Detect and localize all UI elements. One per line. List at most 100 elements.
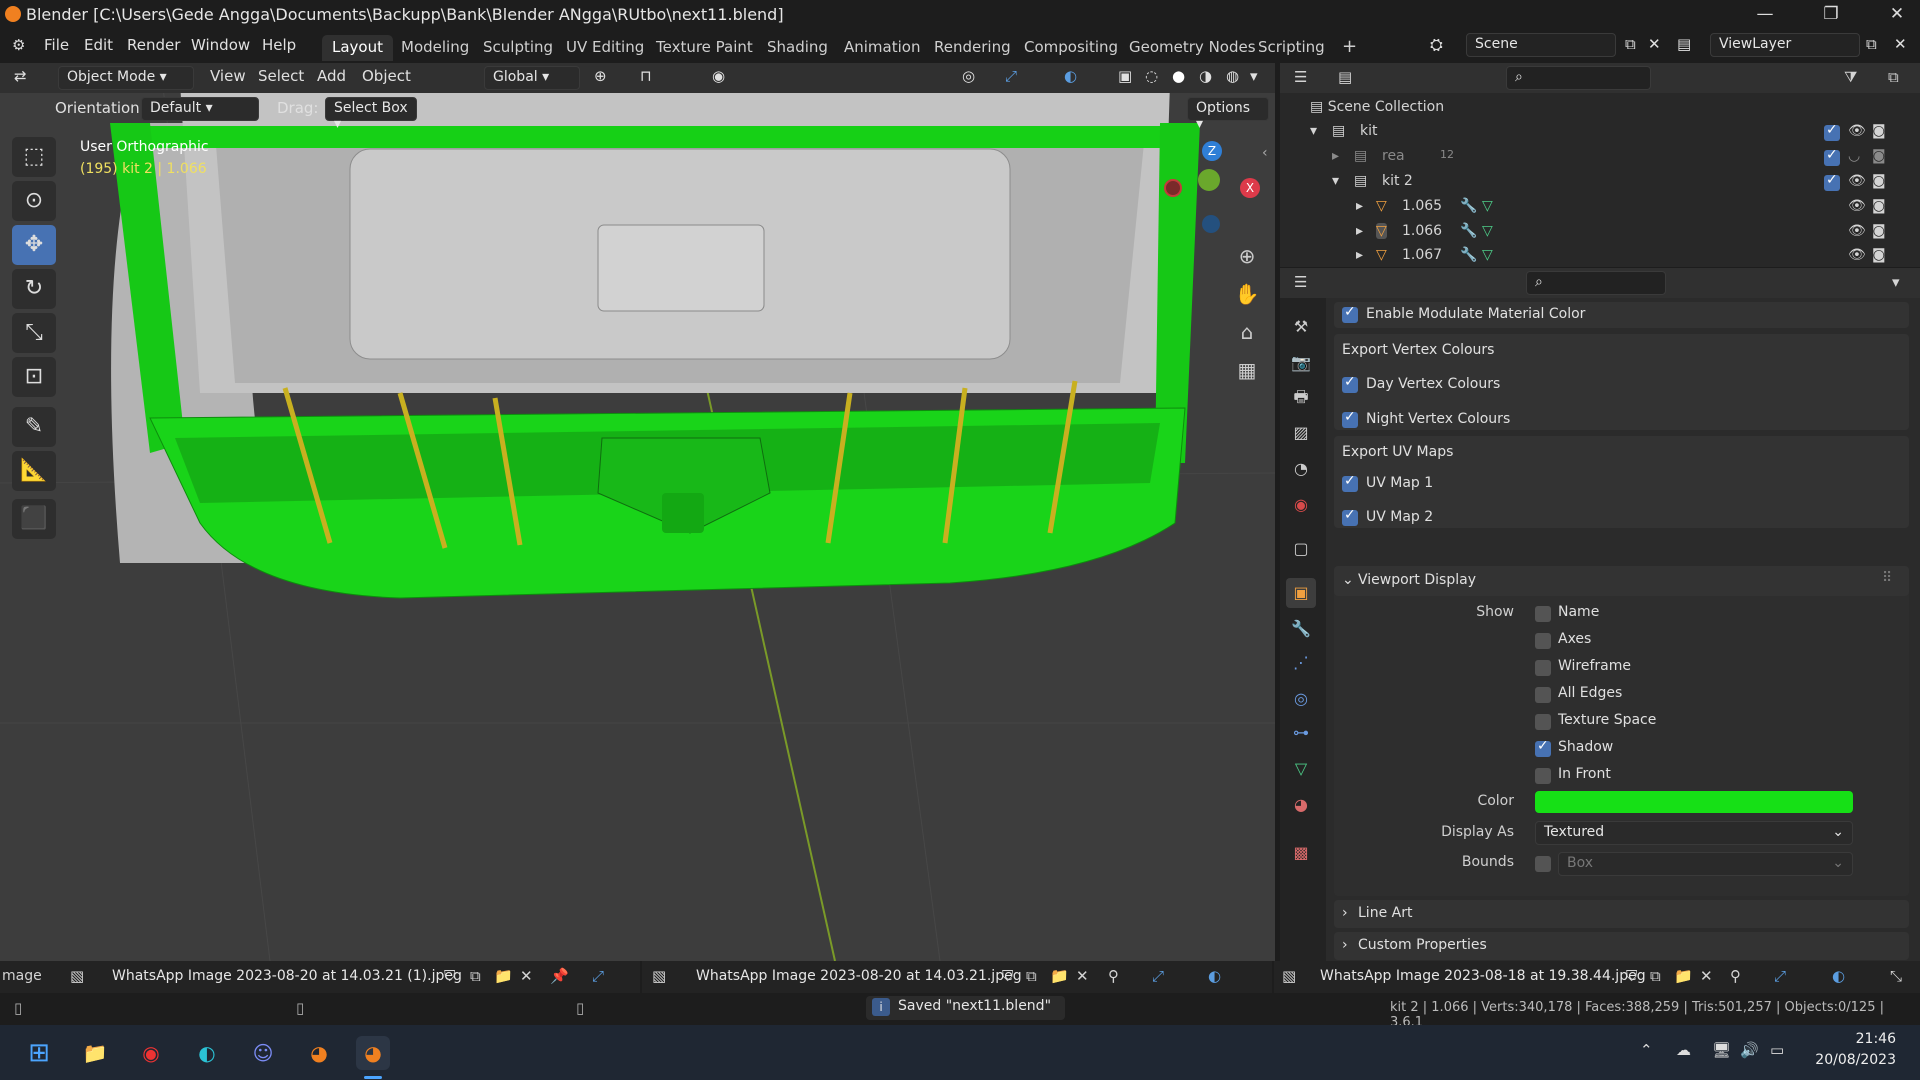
discord-icon[interactable]: ☺ [246, 1036, 280, 1070]
texture-tab-icon[interactable]: ▩ [1286, 838, 1316, 868]
modifier-wrench-icon[interactable]: 🔧 [1460, 247, 1477, 263]
snap-icon[interactable]: ⊓ [640, 67, 652, 85]
grid-icon[interactable]: ▦ [1232, 355, 1262, 385]
windows-start-icon[interactable]: ⊞ [22, 1036, 56, 1070]
xray-icon[interactable]: ▣ [1118, 67, 1132, 85]
physics-tab-icon[interactable]: ◎ [1286, 684, 1316, 714]
data-tab-icon[interactable]: ▽ [1286, 754, 1316, 784]
viewport-display-header[interactable]: ⌄ Viewport Display ⠿ [1334, 566, 1909, 596]
menu-render[interactable]: Render [127, 36, 180, 54]
tab-geometry-nodes[interactable]: Geometry Nodes [1119, 35, 1266, 61]
visibility-icon[interactable]: ◎ [962, 67, 975, 85]
modulate-checkbox[interactable] [1342, 304, 1358, 323]
render-camera-icon[interactable]: ◙ [1872, 173, 1886, 189]
pan-hand-icon[interactable]: ✋ [1232, 279, 1262, 309]
scene-collection-row[interactable]: ▤ Scene Collection [1310, 99, 1444, 115]
menu-edit[interactable]: Edit [84, 36, 113, 54]
view-layer-tab-icon[interactable]: ▨ [1286, 418, 1316, 448]
cursor-tool[interactable]: ⊙ [12, 181, 56, 221]
tool-tab-icon[interactable]: ⚒ [1286, 312, 1316, 342]
properties-options-icon[interactable]: ▾ [1892, 273, 1900, 291]
scene-tab-icon[interactable]: ◔ [1286, 454, 1316, 484]
show-axes-checkbox[interactable] [1535, 633, 1551, 649]
scene-browse-icon[interactable]: ⛭ [1430, 35, 1443, 55]
drag-handle-icon[interactable]: ⠿ [1882, 570, 1892, 586]
render-camera-icon[interactable]: ◙ [1872, 223, 1886, 239]
image-editor-icon[interactable]: ▧ [70, 967, 84, 985]
rendered-shading-icon[interactable]: ◍ [1226, 67, 1239, 85]
display-as-dropdown[interactable]: Textured ⌄ [1535, 821, 1853, 845]
tab-animation[interactable]: Animation [834, 35, 930, 61]
material-shading-icon[interactable]: ◑ [1199, 67, 1212, 85]
pin-icon[interactable]: ⚲ [1108, 967, 1119, 985]
gizmo-toggle-icon[interactable]: ⤢ [1774, 967, 1786, 985]
clock-time[interactable]: 21:46 [1836, 1031, 1896, 1047]
show-in-front-checkbox[interactable] [1535, 768, 1551, 784]
navigation-gizmo[interactable]: Z X [1160, 139, 1270, 249]
blender-menu-icon[interactable]: ⚙ [12, 36, 25, 54]
image-name[interactable]: WhatsApp Image 2023-08-20 at 14.03.21.jp… [696, 968, 1022, 984]
save-report[interactable]: i Saved "next11.blend" [866, 996, 1066, 1020]
image-editor-icon[interactable]: ▧ [1282, 967, 1296, 985]
open-image-icon[interactable]: 📁 [1674, 967, 1693, 985]
collection-tab-icon[interactable]: ▢ [1286, 534, 1316, 564]
gizmo-z-icon[interactable]: Z [1202, 141, 1222, 161]
outliner-editor-icon[interactable]: ☰ [1294, 68, 1307, 86]
volume-icon[interactable]: 🔊 [1740, 1041, 1759, 1059]
measure-tool[interactable]: 📐 [12, 451, 56, 491]
tab-uv-editing[interactable]: UV Editing [556, 35, 654, 61]
move-tool[interactable]: ✥ [12, 225, 56, 265]
menu-help[interactable]: Help [262, 36, 296, 54]
network-icon[interactable]: 🖥 [1712, 1041, 1731, 1059]
exclude-checkbox[interactable] [1824, 172, 1840, 191]
new-image-icon[interactable]: ⧉ [1650, 967, 1661, 985]
gizmo-y-icon[interactable] [1198, 169, 1220, 191]
modifier-wrench-icon[interactable]: 🔧 [1460, 223, 1477, 239]
tab-scripting[interactable]: Scripting [1248, 35, 1335, 61]
view-layer-field[interactable]: ViewLayer [1710, 33, 1860, 57]
mesh-data-icon[interactable]: ▽ [1482, 198, 1493, 214]
render-camera-icon[interactable]: ◙ [1872, 247, 1886, 263]
unlink-image-icon[interactable]: ✕ [1076, 967, 1089, 985]
modifier-tab-icon[interactable]: 🔧 [1286, 614, 1316, 644]
rotate-tool[interactable]: ↻ [12, 269, 56, 309]
eye-closed-icon[interactable]: ◡ [1848, 148, 1860, 164]
image-editor-icon[interactable]: ▧ [652, 967, 666, 985]
mesh-data-icon[interactable]: ▽ [1482, 247, 1493, 263]
new-view-layer-icon[interactable]: ⧉ [1866, 35, 1877, 53]
gizmo-toggle-icon[interactable]: ⤢ [1152, 967, 1164, 985]
scale-tool[interactable]: ⤡ [12, 313, 56, 353]
day-vertex-checkbox[interactable] [1342, 374, 1358, 393]
orientation-dropdown[interactable]: Default ▾ [141, 97, 259, 121]
render-camera-icon[interactable]: ◙ [1872, 123, 1886, 139]
custom-properties-panel[interactable]: › Custom Properties [1334, 932, 1909, 960]
minimize-button[interactable]: — [1742, 0, 1788, 30]
menu-object[interactable]: Object [362, 67, 411, 85]
tab-layout[interactable]: Layout [322, 35, 393, 61]
menu-file[interactable]: File [44, 36, 69, 54]
eye-icon[interactable]: 👁 [1848, 198, 1866, 214]
properties-search-field[interactable]: ⌕ [1526, 271, 1666, 295]
gizmo-toggle-icon[interactable]: ⤢ [1005, 67, 1017, 85]
gizmo-neg-z-icon[interactable] [1202, 215, 1220, 233]
eye-icon[interactable]: 👁 [1848, 123, 1866, 139]
add-cube-tool[interactable]: ⬛ [12, 499, 56, 539]
tab-texture-paint[interactable]: Texture Paint [646, 35, 763, 61]
pivot-icon[interactable]: ⊕ [594, 67, 607, 85]
unlink-image-icon[interactable]: ✕ [520, 967, 533, 985]
exclude-checkbox[interactable] [1824, 147, 1840, 166]
open-image-icon[interactable]: 📁 [494, 967, 513, 985]
tab-shading[interactable]: Shading [757, 35, 838, 61]
menu-window[interactable]: Window [191, 36, 250, 54]
zoom-icon[interactable]: ⊕ [1232, 241, 1262, 271]
blender-taskbar-icon[interactable]: ◕ [302, 1036, 336, 1070]
overlays-icon[interactable]: ◐ [1064, 67, 1077, 85]
chrome-icon[interactable]: ◉ [134, 1036, 168, 1070]
close-button[interactable]: ✕ [1874, 0, 1920, 30]
filter-icon[interactable]: ⧩ [1844, 68, 1857, 86]
eye-icon[interactable]: 👁 [1848, 247, 1866, 263]
view-layer-icon[interactable]: ▤ [1677, 35, 1691, 53]
properties-editor-icon[interactable]: ☰ [1294, 273, 1307, 291]
pin-icon[interactable]: ⚲ [1730, 967, 1741, 985]
mode-dropdown[interactable]: Object Mode ▾ [58, 66, 194, 90]
